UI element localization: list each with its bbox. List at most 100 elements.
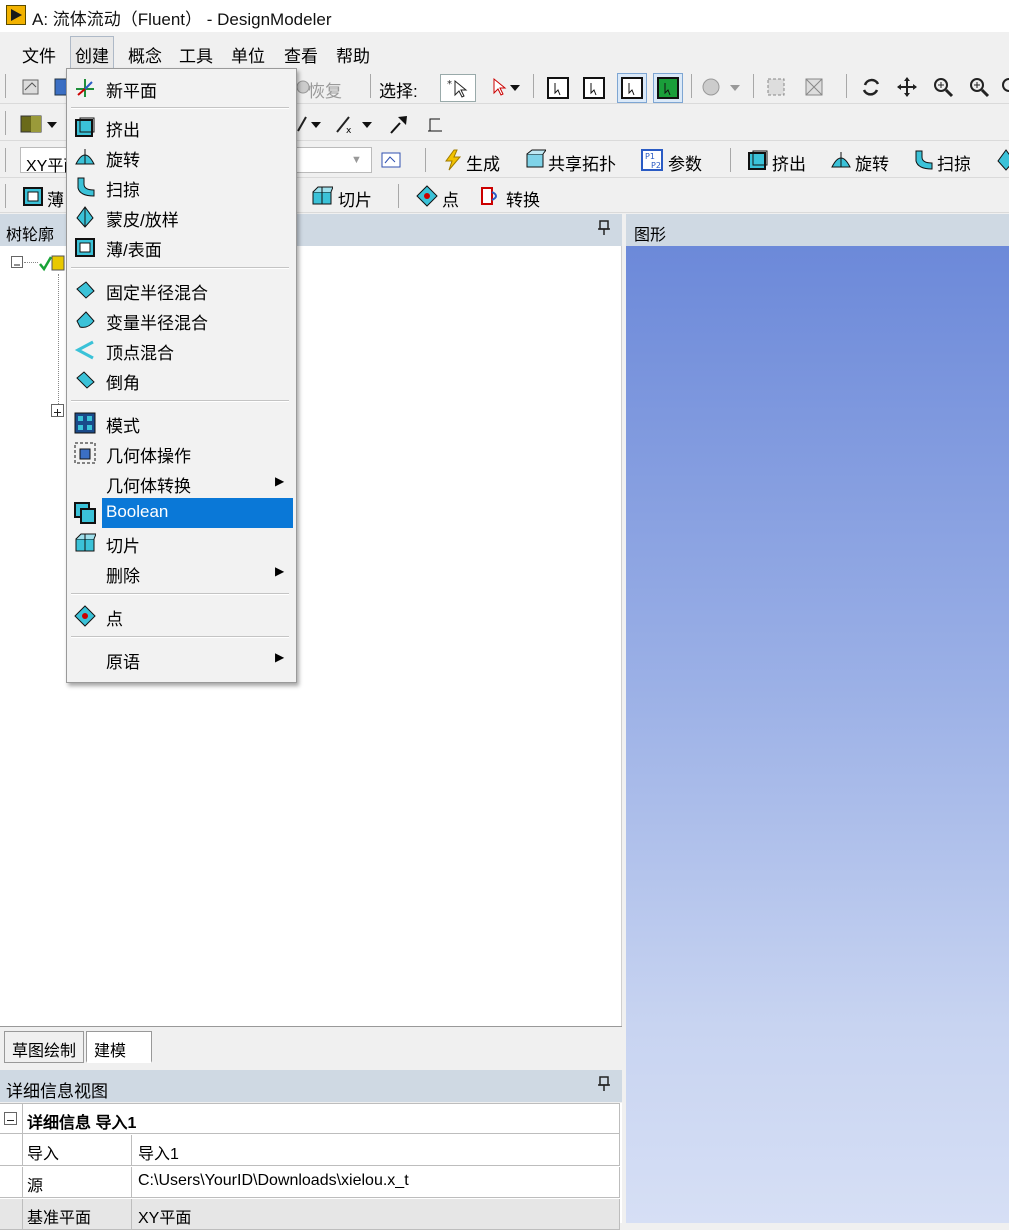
point-button[interactable]: 点 [442, 186, 459, 211]
slice-icon[interactable] [311, 185, 333, 207]
revolve-button[interactable]: 旋转 [855, 150, 889, 175]
menu-tools[interactable]: 工具 [179, 42, 213, 67]
sweep-icon [74, 176, 96, 198]
extrude-button[interactable]: 挤出 [772, 150, 806, 175]
constraint-icon[interactable]: x [334, 113, 376, 135]
menu-item-variable-radius-blend[interactable]: 变量半径混合 [70, 305, 293, 335]
box-select-alt-icon[interactable] [803, 76, 825, 98]
pan-icon[interactable] [896, 76, 918, 98]
skin-loft-icon [74, 206, 96, 228]
collapse-toggle-icon[interactable] [11, 256, 23, 268]
menu-view[interactable]: 查看 [284, 42, 318, 67]
box-zoom-icon[interactable] [968, 76, 990, 98]
tab-sketching[interactable]: 草图绘制 [4, 1031, 85, 1063]
details-key: 导入 [22, 1135, 132, 1166]
open-icon[interactable] [20, 76, 42, 98]
zoom-icon[interactable] [932, 76, 954, 98]
thin-surface-icon[interactable] [22, 185, 44, 207]
menu-item-label: 薄/表面 [106, 241, 162, 260]
submenu-arrow-icon: ▶ [275, 474, 285, 488]
menu-item-primitives[interactable]: 原语 ▶ [70, 644, 293, 674]
menu-item-body-operation[interactable]: 几何体操作 [70, 438, 293, 468]
chamfer-icon [74, 369, 96, 391]
details-key: 源 [22, 1167, 132, 1198]
point-icon[interactable] [416, 185, 438, 207]
convert-icon[interactable] [480, 185, 502, 207]
menu-item-skin-loft[interactable]: 蒙皮/放样 [70, 202, 293, 232]
menu-item-slice[interactable]: 切片 [70, 528, 293, 558]
pin-point-icon[interactable] [388, 113, 410, 135]
rotate-icon[interactable] [860, 76, 882, 98]
share-topology-icon[interactable] [524, 149, 546, 171]
dimension-icon[interactable] [296, 113, 326, 135]
graphics-viewport[interactable] [626, 246, 1009, 1223]
submenu-arrow-icon: ▶ [275, 650, 285, 664]
share-topology-button[interactable]: 共享拓扑 [548, 150, 616, 175]
menu-item-sweep[interactable]: 扫掠 [70, 172, 293, 202]
menu-item-pattern[interactable]: 模式 [70, 408, 293, 438]
box-select-icon[interactable] [765, 76, 787, 98]
menu-item-body-transformation[interactable]: 几何体转换 ▶ [70, 468, 293, 498]
menu-item-extrude[interactable]: 挤出 [70, 112, 293, 142]
extend-selection-icon[interactable] [700, 76, 744, 98]
restore-button[interactable]: 恢复 [308, 77, 342, 102]
expand-toggle-icon[interactable] [51, 404, 64, 417]
menu-item-point[interactable]: 点 [70, 601, 293, 631]
select-vertex-icon[interactable] [545, 75, 571, 101]
svg-text:P2: P2 [651, 161, 661, 170]
skin-loft-icon[interactable] [995, 149, 1009, 171]
convert-button[interactable]: 转换 [506, 186, 540, 211]
menu-item-vertex-blend[interactable]: 顶点混合 [70, 335, 293, 365]
thin-button[interactable]: 薄 [47, 186, 64, 211]
thin-surface-icon [74, 236, 96, 258]
collapse-toggle-icon[interactable] [4, 1112, 17, 1125]
menu-item-chamfer[interactable]: 倒角 [70, 365, 293, 395]
menu-help[interactable]: 帮助 [336, 42, 370, 67]
pin-icon[interactable] [598, 220, 610, 240]
select-filter-icon[interactable] [488, 76, 524, 98]
revolve-icon[interactable] [830, 149, 852, 171]
menu-item-label: 模式 [106, 417, 140, 436]
model-root-icon[interactable] [38, 252, 66, 274]
new-sketch-icon[interactable] [380, 149, 402, 171]
zoom-fit-icon[interactable] [1000, 76, 1009, 98]
menu-item-fixed-radius-blend[interactable]: 固定半径混合 [70, 275, 293, 305]
tab-modeling[interactable]: 建模 [86, 1031, 152, 1063]
menu-file[interactable]: 文件 [22, 42, 56, 67]
menu-item-thin-surface[interactable]: 薄/表面 [70, 232, 293, 262]
svg-text:P1: P1 [645, 152, 655, 161]
svg-text:x: x [346, 126, 352, 135]
details-value[interactable]: XY平面 [132, 1199, 620, 1230]
parameters-icon[interactable]: P1 P2 [641, 149, 663, 171]
select-mode-icon[interactable]: * [440, 74, 476, 102]
details-value[interactable]: 导入1 [132, 1135, 620, 1166]
sweep-button[interactable]: 扫掠 [937, 150, 971, 175]
select-face-icon[interactable] [617, 73, 647, 103]
generate-button[interactable]: 生成 [466, 150, 500, 175]
body-operation-icon [74, 442, 96, 464]
menu-item-label: Boolean [106, 502, 169, 521]
menu-bar: 文件 创建 概念 工具 单位 查看 帮助 [0, 34, 1009, 68]
generate-icon[interactable] [442, 149, 464, 171]
details-section-title: 详细信息 导入1 [22, 1104, 620, 1135]
menu-units[interactable]: 单位 [231, 42, 265, 67]
menu-concept[interactable]: 概念 [128, 42, 162, 67]
menu-create[interactable]: 创建 [70, 36, 114, 68]
slice-button[interactable]: 切片 [338, 186, 372, 211]
select-body-icon[interactable] [653, 73, 683, 103]
select-edge-icon[interactable] [581, 75, 607, 101]
details-value[interactable]: C:\Users\YourID\Downloads\xielou.x_t [132, 1167, 620, 1198]
pin-icon[interactable] [598, 1076, 610, 1096]
parameters-button[interactable]: 参数 [668, 150, 702, 175]
extrude-icon[interactable] [747, 149, 769, 171]
menu-item-revolve[interactable]: 旋转 [70, 142, 293, 172]
perpendicular-icon[interactable] [424, 113, 446, 135]
menu-item-boolean[interactable]: Boolean [70, 498, 293, 528]
menu-item-new-plane[interactable]: 新平面 [70, 73, 293, 103]
display-mode-icon[interactable] [20, 113, 62, 135]
graphics-header: 图形 [626, 214, 1009, 246]
menu-item-label: 变量半径混合 [106, 314, 208, 333]
sweep-icon[interactable] [912, 149, 934, 171]
mode-tabs: 草图绘制 建模 [0, 1026, 622, 1068]
menu-item-delete[interactable]: 删除 ▶ [70, 558, 293, 588]
